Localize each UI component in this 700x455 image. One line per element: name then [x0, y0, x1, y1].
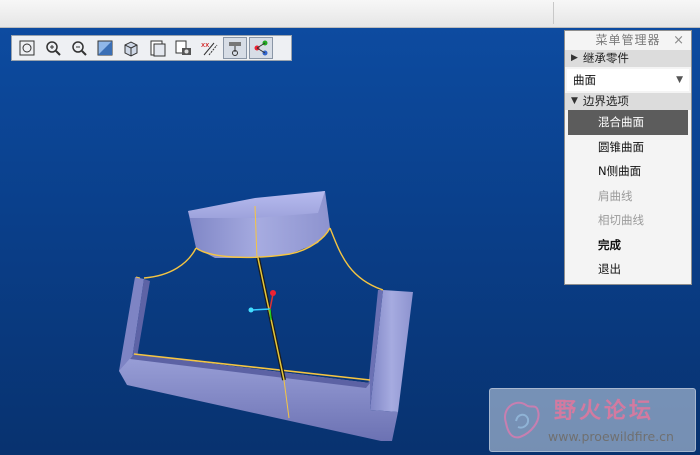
refit-zoom-button[interactable] [15, 37, 39, 59]
annotation-display-icon [229, 42, 241, 56]
display-style-icon [124, 41, 138, 57]
saved-views-button[interactable] [145, 37, 169, 59]
surface-type-value: 曲面 [573, 73, 596, 87]
zoom-out-icon [72, 41, 87, 56]
svg-text:xx: xx [201, 41, 209, 49]
close-icon[interactable]: × [673, 31, 685, 50]
repaint-button[interactable] [93, 37, 117, 59]
menu-item[interactable]: N侧曲面 [568, 159, 688, 184]
topbar-divider [553, 2, 554, 24]
triangle-down-icon: ▼ [571, 96, 578, 106]
zoom-in-button[interactable] [41, 37, 65, 59]
spin-center-button[interactable] [249, 37, 273, 59]
repaint-icon [97, 40, 113, 56]
menu-item[interactable]: 圆锥曲面 [568, 135, 688, 160]
refit-zoom-icon [19, 40, 35, 56]
datum-display-icon: xx [201, 41, 218, 56]
menu-item[interactable]: 退出 [568, 257, 688, 282]
display-style-button[interactable] [119, 37, 143, 59]
view-toolbar: xx [11, 35, 292, 61]
flame-logo-icon [504, 401, 540, 439]
section-inherit-part[interactable]: ▶ 继承零件 [565, 50, 691, 67]
zoom-out-button[interactable] [67, 37, 91, 59]
saved-views-icon [150, 40, 166, 57]
section-boundary-label: 边界选项 [582, 94, 629, 108]
zoom-in-icon [46, 41, 61, 56]
watermark-title: 野火论坛 [554, 399, 655, 424]
section-inherit-label: 继承零件 [582, 51, 629, 65]
view-manager-icon [175, 40, 191, 55]
triangle-right-icon: ▶ [571, 53, 578, 63]
spin-center-icon [254, 40, 268, 56]
menu-manager-panel: 菜单管理器 × ▶ 继承零件 曲面 ▼ ▼ 边界选项 混合曲面 圆锥曲面 N侧曲面肩… [564, 30, 692, 285]
menu-item[interactable]: 混合曲面 [568, 110, 688, 135]
boundary-options-list: 混合曲面 圆锥曲面 N侧曲面肩曲线相切曲线完成 退出 [565, 110, 691, 282]
menu-item: 肩曲线 [598, 188, 633, 203]
menu-item: 相切曲线 [598, 213, 644, 227]
view-manager-button[interactable] [171, 37, 195, 59]
top-solid[interactable] [188, 191, 331, 259]
menu-manager-title: 菜单管理器 × [565, 31, 691, 50]
watermark-url: www.proewildfire.cn [548, 429, 674, 444]
annotation-display-button[interactable] [223, 37, 247, 59]
dropdown-arrow-icon: ▼ [676, 75, 683, 85]
forum-watermark: 野火论坛 www.proewildfire.cn [489, 388, 696, 452]
surface-type-select[interactable]: 曲面 ▼ [567, 69, 689, 91]
menu-item[interactable]: 完成 [568, 233, 688, 258]
section-boundary-options[interactable]: ▼ 边界选项 [565, 93, 691, 110]
menu-manager-title-text: 菜单管理器 [595, 33, 661, 47]
top-window-bar [0, 0, 700, 28]
datum-display-button[interactable]: xx [197, 37, 221, 59]
